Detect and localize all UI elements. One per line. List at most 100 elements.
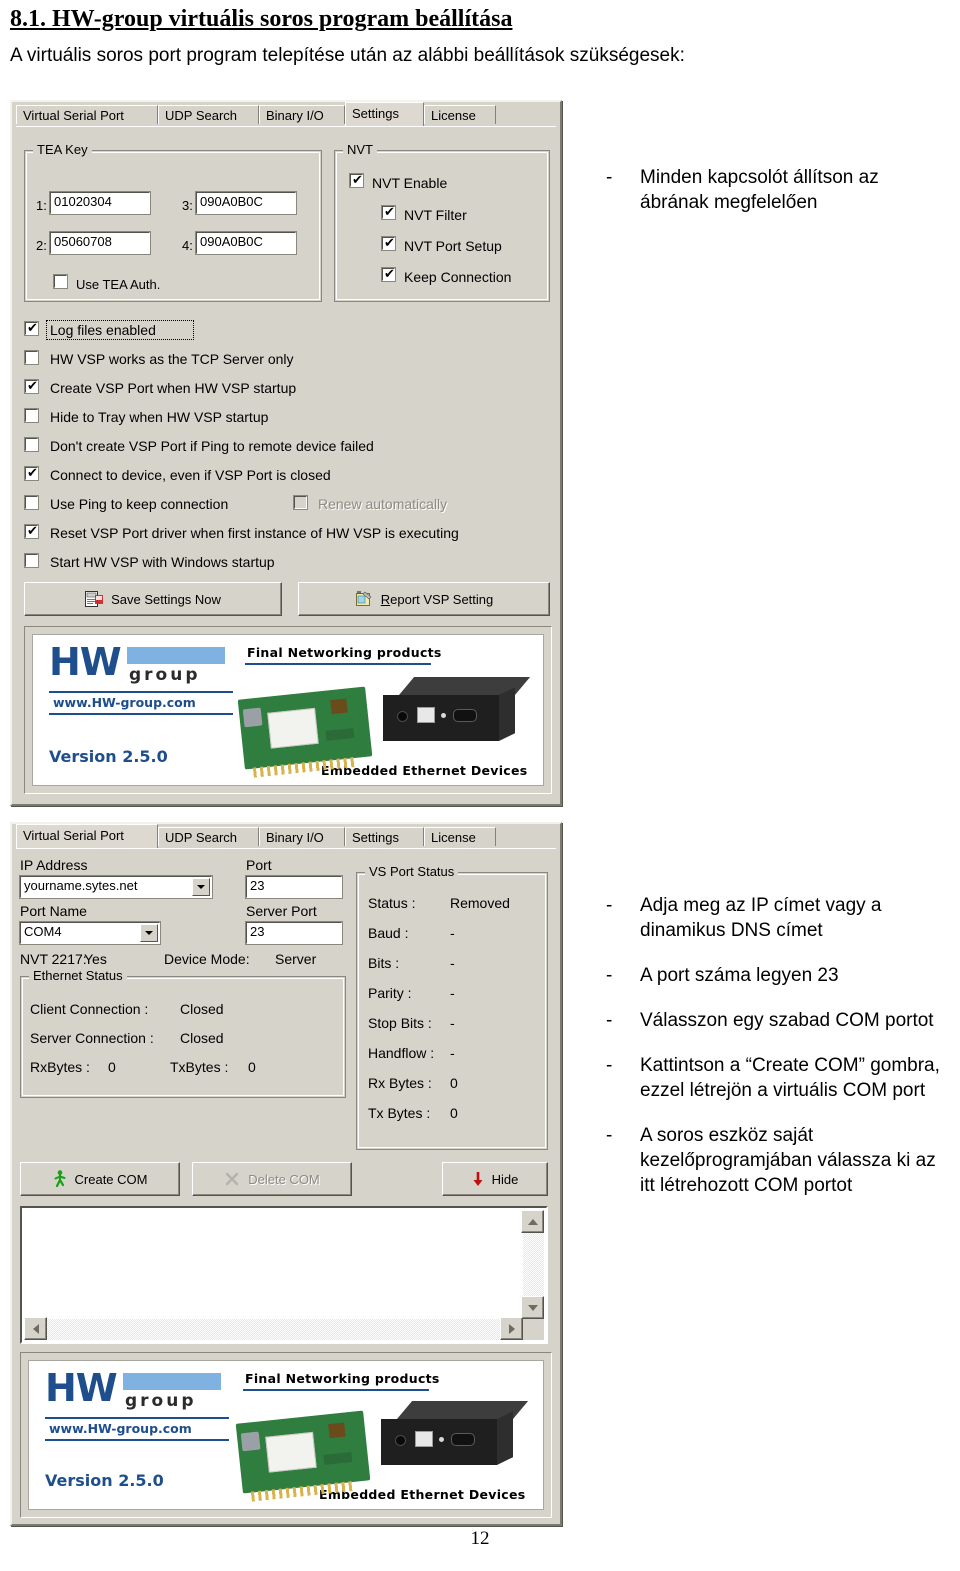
option-connect-even-if-closed-checkbox[interactable]: ✔ bbox=[24, 466, 39, 481]
report-note-icon bbox=[355, 591, 373, 607]
tea-key-1-input[interactable]: 01020304 bbox=[49, 191, 151, 215]
hw-url: www.HW-group.com bbox=[53, 695, 196, 710]
vsp-banner: HW group www.HW-group.com Version 2.5.0 … bbox=[28, 1360, 544, 1510]
page-number: 12 bbox=[470, 1528, 490, 1549]
use-tea-auth-checkbox[interactable] bbox=[53, 274, 68, 289]
use-tea-auth-label: Use TEA Auth. bbox=[76, 277, 161, 292]
tab-license[interactable]: License bbox=[424, 105, 496, 124]
server-port-label: Server Port bbox=[246, 903, 317, 919]
tea-key-2-input[interactable]: 05060708 bbox=[49, 231, 151, 255]
nvt-enable-label: NVT Enable bbox=[372, 175, 448, 191]
vsp-tab-virtual-serial-port[interactable]: Virtual Serial Port bbox=[16, 824, 158, 848]
annotation-item-1: - Adja meg az IP címet vagy a dinamikus … bbox=[606, 893, 954, 943]
option-dont-create-vsp-ping-failed-label: Don't create VSP Port if Ping to remote … bbox=[50, 438, 374, 454]
vs-handflow-label: Handflow : bbox=[368, 1045, 435, 1061]
keep-connection-checkbox[interactable]: ✔ bbox=[381, 267, 396, 282]
report-vsp-setting-button[interactable]: Report VSP Setting bbox=[298, 582, 550, 616]
device-mode-value: Server bbox=[275, 951, 317, 967]
option-start-with-windows-checkbox[interactable] bbox=[24, 553, 39, 568]
report-vsp-setting-label: Report VSP Setting bbox=[380, 591, 494, 607]
intro-paragraph: A virtuális soros port program telepítés… bbox=[10, 45, 685, 66]
vs-stop-bits-value: - bbox=[450, 1015, 455, 1031]
vs-parity-label: Parity : bbox=[368, 985, 412, 1001]
vsp-tab-settings[interactable]: Settings bbox=[345, 827, 424, 846]
vs-status-label: Status : bbox=[368, 895, 416, 911]
option-hide-to-tray-label: Hide to Tray when HW VSP startup bbox=[50, 409, 269, 425]
nvt-port-setup-checkbox[interactable]: ✔ bbox=[381, 236, 396, 251]
annotation-dash-3: - bbox=[606, 1010, 613, 1031]
scrollbar-corner bbox=[523, 1319, 544, 1340]
option-log-files-enabled-label: Log files enabled bbox=[50, 322, 156, 338]
option-hide-to-tray-checkbox[interactable] bbox=[24, 408, 39, 423]
banner-tagline-top: Final Networking products bbox=[247, 645, 442, 660]
horizontal-scrollbar-track[interactable] bbox=[24, 1319, 523, 1340]
vsp-tab-binary-io[interactable]: Binary I/O bbox=[259, 827, 345, 846]
hide-button[interactable]: Hide bbox=[442, 1162, 548, 1196]
option-use-ping-keep-connection-checkbox[interactable] bbox=[24, 495, 39, 510]
log-output-box[interactable] bbox=[20, 1206, 548, 1344]
annotation-item-3: - Válasszon egy szabad COM portot bbox=[606, 1008, 954, 1033]
tab-underline bbox=[16, 126, 556, 127]
option-tcp-server-only-checkbox[interactable] bbox=[24, 350, 39, 365]
save-disk-icon bbox=[85, 591, 104, 607]
chevron-down-icon-2[interactable] bbox=[140, 924, 158, 942]
vs-tx-bytes-label: Tx Bytes : bbox=[368, 1105, 431, 1121]
delete-com-label: Delete COM bbox=[248, 1171, 320, 1187]
annotation-text-3: Válasszon egy szabad COM portot bbox=[640, 1010, 934, 1031]
page-title: 8.1. HW-group virtuális soros program be… bbox=[10, 6, 513, 32]
tab-virtual-serial-port[interactable]: Virtual Serial Port bbox=[16, 105, 158, 124]
server-connection-value: Closed bbox=[180, 1030, 224, 1046]
annotation-text-5: A soros eszköz saját kezelőprogramjában … bbox=[640, 1125, 936, 1196]
ip-address-value: yourname.sytes.net bbox=[24, 878, 138, 893]
hw-rule-top-2 bbox=[45, 1417, 229, 1419]
device-mode-label: Device Mode: bbox=[164, 951, 250, 967]
virtual-serial-port-dialog: Virtual Serial Port UDP Search Binary I/… bbox=[10, 822, 562, 1526]
scroll-up-button[interactable] bbox=[521, 1210, 544, 1233]
walking-man-icon bbox=[53, 1170, 67, 1188]
tea-key-3-input[interactable]: 090A0B0C bbox=[195, 191, 297, 215]
save-settings-now-label: Save Settings Now bbox=[111, 591, 221, 607]
tea-key-2-label: 2: bbox=[36, 238, 47, 253]
annotation-dash-1: - bbox=[606, 895, 613, 916]
scroll-left-button[interactable] bbox=[24, 1317, 47, 1340]
tx-bytes-eth-label: TxBytes : bbox=[170, 1059, 229, 1075]
port-name-combo[interactable]: COM4 bbox=[19, 921, 161, 945]
create-com-button[interactable]: Create COM bbox=[20, 1162, 180, 1196]
tab-settings[interactable]: Settings bbox=[345, 102, 424, 126]
vsp-tab-udp-search[interactable]: UDP Search bbox=[158, 827, 259, 846]
nvt-filter-checkbox[interactable]: ✔ bbox=[381, 205, 396, 220]
annotation-item: - Minden kapcsolót állítson az ábrának m… bbox=[606, 165, 950, 215]
nvt-filter-label: NVT Filter bbox=[404, 207, 467, 223]
tea-key-4-input[interactable]: 090A0B0C bbox=[195, 231, 297, 255]
vs-parity-value: - bbox=[450, 985, 455, 1001]
client-connection-label: Client Connection : bbox=[30, 1001, 149, 1017]
tea-key-3-label: 3: bbox=[182, 198, 193, 213]
port-name-label: Port Name bbox=[20, 903, 87, 919]
option-create-vsp-port-label: Create VSP Port when HW VSP startup bbox=[50, 380, 297, 396]
scroll-right-button[interactable] bbox=[500, 1317, 523, 1340]
nvt-enable-checkbox[interactable]: ✔ bbox=[349, 173, 364, 188]
option-start-with-windows-label: Start HW VSP with Windows startup bbox=[50, 554, 275, 570]
vs-port-status-title: VS Port Status bbox=[365, 865, 459, 879]
chevron-down-icon[interactable] bbox=[192, 878, 210, 896]
save-settings-now-button[interactable]: Save Settings Now bbox=[24, 582, 282, 616]
annotation-item-4: - Kattintson a “Create COM” gombra, ezze… bbox=[606, 1053, 954, 1103]
option-log-files-enabled-checkbox[interactable]: ✔ bbox=[24, 321, 39, 336]
ip-address-combo[interactable]: yourname.sytes.net bbox=[19, 875, 213, 899]
tab-udp-search[interactable]: UDP Search bbox=[158, 105, 259, 124]
port-input[interactable]: 23 bbox=[245, 875, 343, 899]
scroll-down-button[interactable] bbox=[521, 1296, 544, 1319]
vs-baud-value: - bbox=[450, 925, 455, 941]
server-port-input[interactable]: 23 bbox=[245, 921, 343, 945]
option-dont-create-vsp-ping-failed-checkbox[interactable] bbox=[24, 437, 39, 452]
tea-key-4-label: 4: bbox=[182, 238, 193, 253]
vsp-tab-license[interactable]: License bbox=[424, 827, 496, 846]
settings-banner: HW group www.HW-group.com Version 2.5.0 … bbox=[32, 634, 544, 786]
tea-key-title: TEA Key bbox=[33, 143, 92, 157]
vs-rx-bytes-label: Rx Bytes : bbox=[368, 1075, 432, 1091]
option-create-vsp-port-checkbox[interactable]: ✔ bbox=[24, 379, 39, 394]
vs-bits-label: Bits : bbox=[368, 955, 400, 971]
hw-accent-bar-2 bbox=[123, 1373, 221, 1390]
option-reset-vsp-driver-checkbox[interactable]: ✔ bbox=[24, 524, 39, 539]
tab-binary-io[interactable]: Binary I/O bbox=[259, 105, 345, 124]
